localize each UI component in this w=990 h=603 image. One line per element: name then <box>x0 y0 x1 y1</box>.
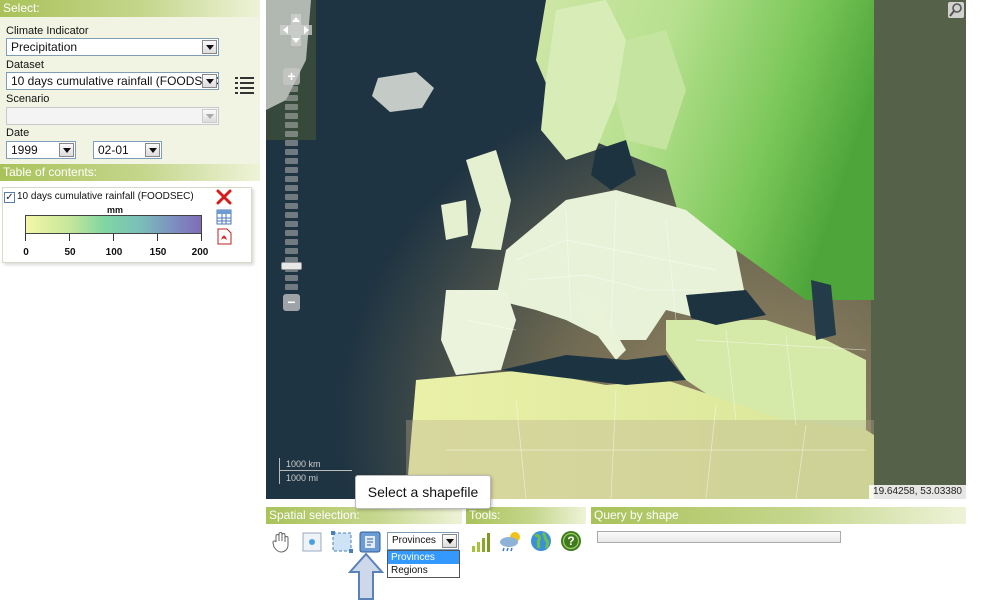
globe-icon[interactable] <box>529 529 553 553</box>
zoom-in-button[interactable]: + <box>283 68 300 85</box>
chevron-down-icon[interactable] <box>202 40 217 54</box>
list-icon[interactable] <box>234 75 256 95</box>
toc-header: Table of contents: <box>0 164 260 181</box>
weather-icon[interactable] <box>498 529 522 553</box>
layer-visibility-checkbox[interactable]: ✓ <box>4 192 15 203</box>
map-viewport[interactable]: + − 1000 km 1000 mi 19.64258, 53.03380 <box>266 0 966 499</box>
arrow-up-icon <box>347 552 385 600</box>
tooltip: Select a shapefile <box>355 475 491 509</box>
dataset-label: Dataset <box>6 59 44 71</box>
zoom-control[interactable]: + − <box>281 68 302 312</box>
zoom-out-button[interactable]: − <box>283 294 300 311</box>
dataset-select[interactable]: 10 days cumulative rainfall (FOODSEC) <box>6 72 219 90</box>
shape-dropdown-list[interactable]: Provinces Regions <box>387 550 460 578</box>
table-icon[interactable] <box>216 209 232 225</box>
scenario-label: Scenario <box>6 93 50 105</box>
chevron-down-icon[interactable] <box>202 109 217 123</box>
coordinates-readout: 19.64258, 53.03380 <box>869 485 966 499</box>
svg-text:?: ? <box>567 534 574 548</box>
legend-tick-label: 0 <box>23 247 29 258</box>
shape-select[interactable]: Provinces <box>387 532 459 550</box>
legend-tick <box>113 234 114 241</box>
legend-tick <box>201 234 202 241</box>
tools-header: Tools: <box>466 507 586 524</box>
search-icon[interactable] <box>948 2 964 18</box>
pan-control-icon[interactable] <box>280 14 312 46</box>
scale-km-label: 1000 km <box>286 459 321 469</box>
legend-tick <box>157 234 158 241</box>
chevron-down-icon[interactable] <box>442 534 457 548</box>
layer-name: 10 days cumulative rainfall (FOODSEC) <box>17 191 194 202</box>
legend-tick <box>25 234 26 241</box>
chart-icon[interactable] <box>469 530 493 554</box>
legend-tick-label: 150 <box>149 247 167 258</box>
climate-indicator-label: Climate Indicator <box>6 25 89 37</box>
dropdown-option-regions[interactable]: Regions <box>388 564 459 577</box>
legend-tick-label: 200 <box>191 247 209 258</box>
legend-tick <box>69 234 70 241</box>
remove-layer-icon[interactable] <box>216 189 232 205</box>
chevron-down-icon[interactable] <box>59 143 74 157</box>
dataset-value: 10 days cumulative rainfall (FOODSEC) <box>11 74 219 88</box>
select-point-icon[interactable] <box>300 530 324 554</box>
select-shapefile-icon[interactable] <box>358 530 382 554</box>
shape-select-value: Provinces <box>392 535 436 546</box>
climate-indicator-select[interactable]: Precipitation <box>6 38 219 56</box>
chevron-down-icon[interactable] <box>145 143 160 157</box>
help-icon[interactable]: ? <box>559 529 583 553</box>
chevron-down-icon[interactable] <box>202 74 217 88</box>
legend-colorbar <box>25 215 202 234</box>
map-imagery <box>266 0 966 499</box>
select-header: Select: <box>0 0 260 17</box>
query-progress-field <box>597 531 841 543</box>
legend-unit: mm <box>107 205 124 215</box>
date-label: Date <box>6 127 30 139</box>
day-value: 02-01 <box>98 143 129 157</box>
dropdown-option-provinces[interactable]: Provinces <box>388 551 459 564</box>
legend-tick-label: 50 <box>64 247 76 258</box>
query-header: Query by shape <box>591 507 966 524</box>
scale-mi-label: 1000 mi <box>286 473 319 483</box>
pan-hand-icon[interactable] <box>269 530 293 554</box>
day-select[interactable]: 02-01 <box>93 141 162 159</box>
legend-tick-label: 100 <box>105 247 123 258</box>
spatial-selection-header: Spatial selection: <box>266 507 462 524</box>
year-select[interactable]: 1999 <box>6 141 76 159</box>
zoom-slider-handle[interactable] <box>281 262 302 270</box>
select-box-icon[interactable] <box>330 530 354 554</box>
scenario-select[interactable] <box>6 107 219 125</box>
pdf-icon[interactable] <box>217 228 232 245</box>
year-value: 1999 <box>11 143 38 157</box>
climate-indicator-value: Precipitation <box>11 40 78 54</box>
